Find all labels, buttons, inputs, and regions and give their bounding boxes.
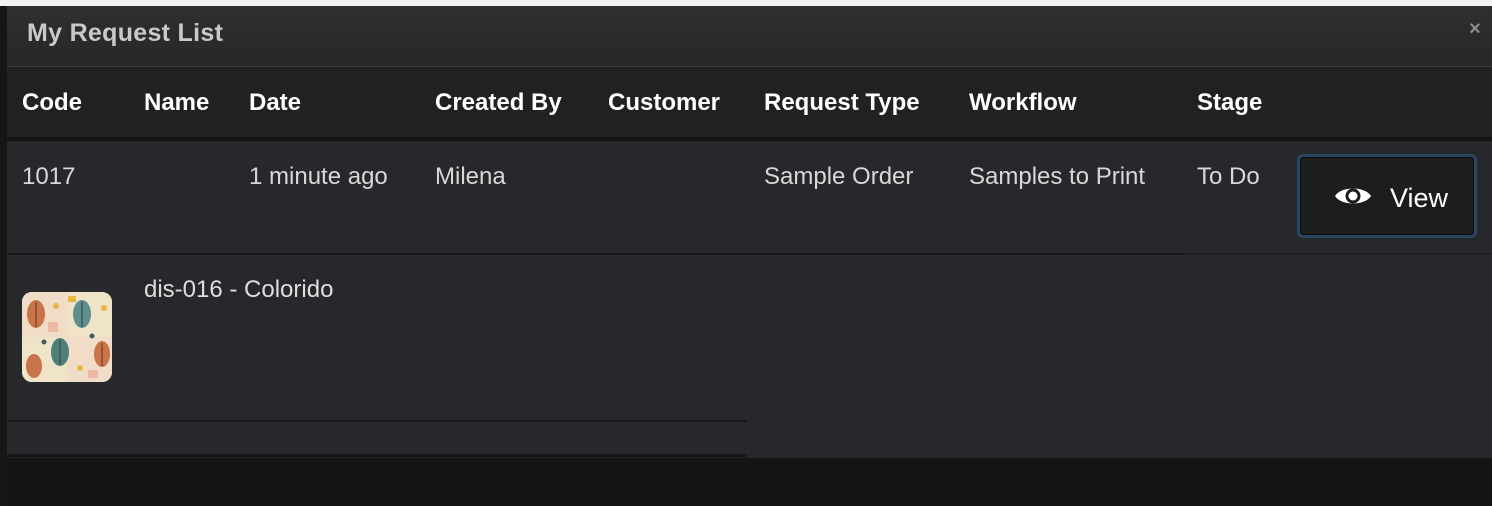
table-row[interactable] <box>7 141 1183 255</box>
cell-code: 1017 <box>22 163 76 190</box>
column-header-stage[interactable]: Stage <box>1197 89 1262 117</box>
modal-header: My Request List × <box>7 6 1492 67</box>
column-header-request-type[interactable]: Request Type <box>764 89 920 117</box>
eye-icon <box>1335 188 1371 204</box>
request-list-modal: My Request List × Code Name Date Created… <box>7 6 1492 506</box>
cell-workflow: Samples to Print <box>969 163 1146 190</box>
column-header-date[interactable]: Date <box>249 89 301 117</box>
modal-title: My Request List <box>27 19 224 47</box>
item-name[interactable]: dis-016 - Colorido <box>144 276 333 304</box>
cell-created-by: Milena <box>435 163 506 190</box>
cell-date: 1 minute ago <box>249 163 388 190</box>
column-header-customer[interactable]: Customer <box>608 89 720 117</box>
item-row <box>7 255 747 422</box>
column-header-code[interactable]: Code <box>22 89 82 117</box>
cell-stage: To Do <box>1197 163 1260 190</box>
close-icon[interactable]: × <box>1466 19 1484 39</box>
table-header: Code Name Date Created By Customer Reque… <box>7 67 1492 141</box>
cell-request-type: Sample Order <box>764 163 914 190</box>
view-button-label: View <box>1390 183 1449 213</box>
empty-row <box>7 422 747 457</box>
view-button[interactable]: View <box>1297 154 1477 238</box>
modal-footer <box>7 458 1492 506</box>
column-header-workflow[interactable]: Workflow <box>969 89 1077 117</box>
item-row-filler <box>747 255 1492 458</box>
column-header-name[interactable]: Name <box>144 89 209 117</box>
pattern-thumbnail-icon[interactable] <box>22 292 112 382</box>
column-header-created-by[interactable]: Created By <box>435 89 562 117</box>
